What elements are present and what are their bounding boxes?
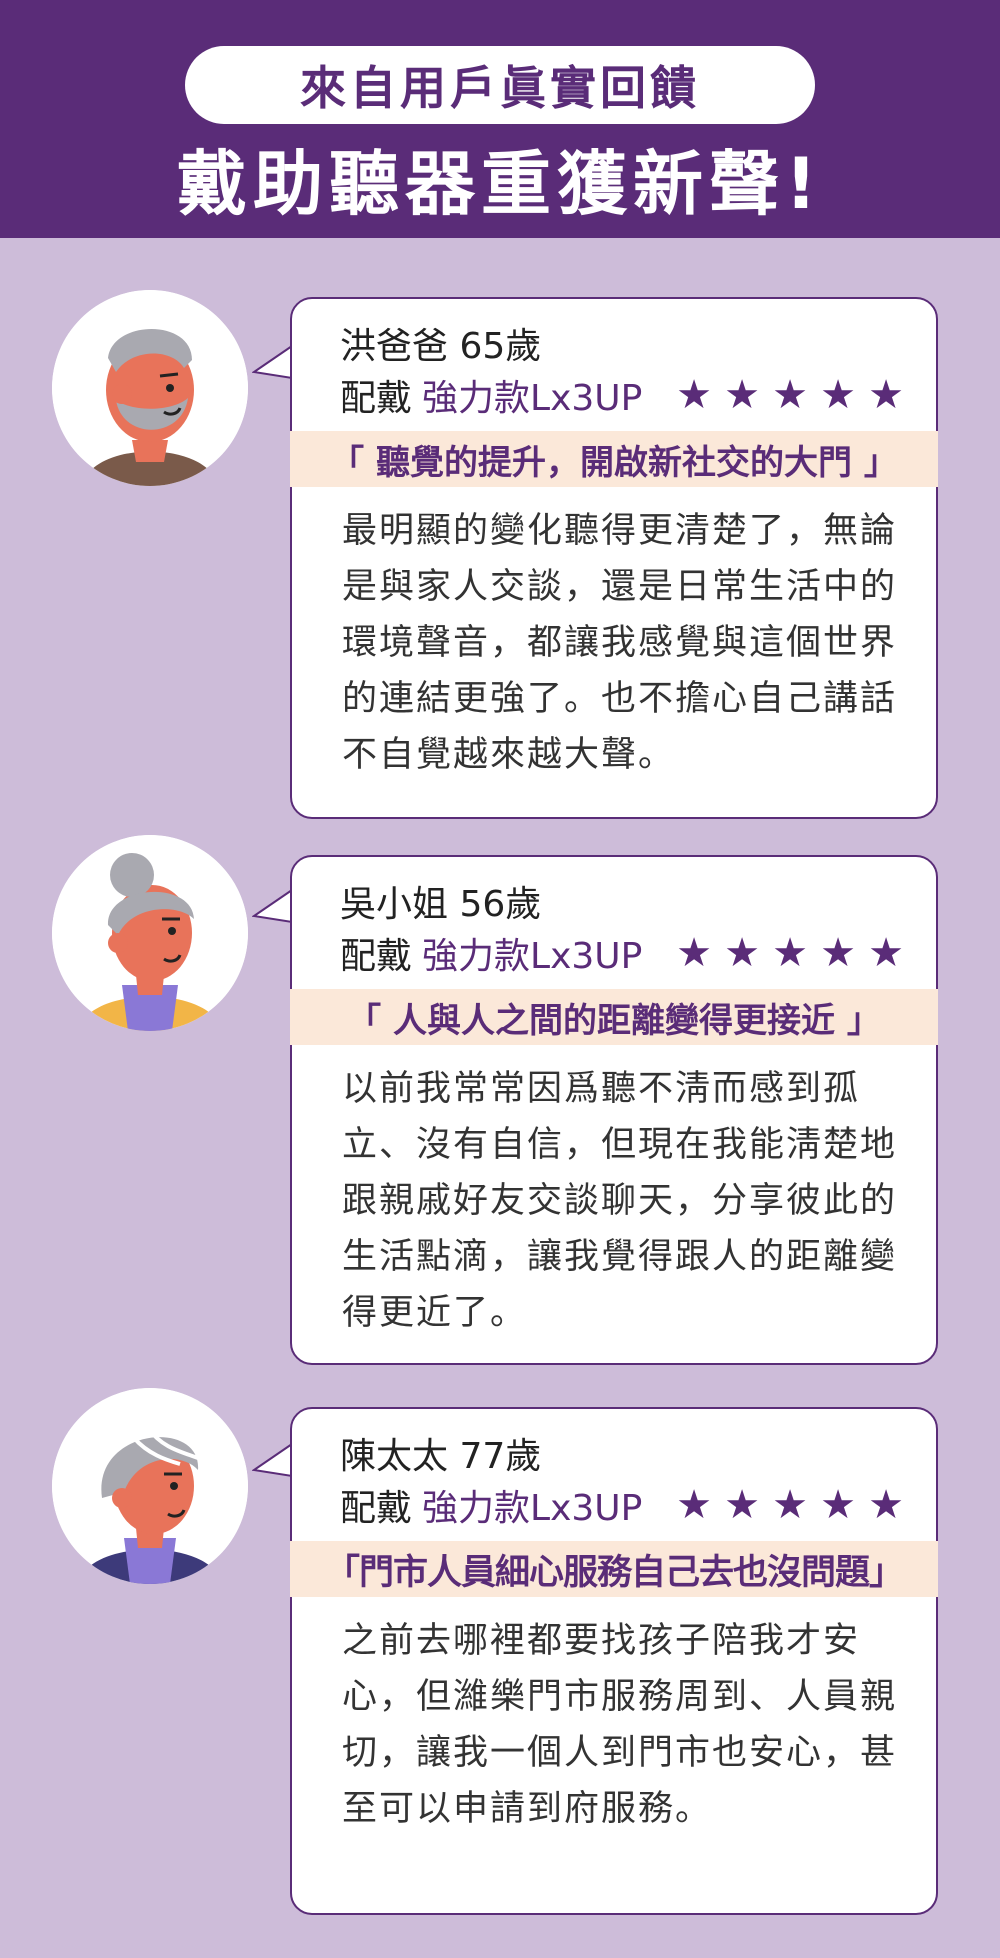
star-icon: ★ (772, 1482, 808, 1528)
product-name: 強力款Lx3UP (422, 936, 643, 977)
testimonial-quote: 「 聽覺的提升，開啟新社交的大門 」 (290, 431, 938, 487)
header-subtitle-pill: 來自用戶眞實回饋 (185, 46, 815, 124)
wear-label: 配戴 (340, 1488, 413, 1529)
woman-avatar-icon (52, 835, 248, 1031)
testimonial-body: 以前我常常因爲聽不淸而感到孤立、沒有自信，但現在我能淸楚地跟親戚好友交談聊天，分… (342, 1069, 898, 1333)
testimonial-card-1: 洪爸爸 65歲 配戴 強力款Lx3UP ★ ★ ★ ★ ★ 「 聽覺的提升，開啟… (290, 297, 938, 819)
star-icon: ★ (772, 930, 808, 976)
reviewer-name: 洪爸爸 65歲 (340, 326, 542, 367)
star-icon: ★ (724, 372, 760, 418)
header-banner: 來自用戶眞實回饋 戴助聽器重獲新聲! (0, 0, 1000, 238)
star-icon: ★ (724, 1482, 760, 1528)
star-icon: ★ (868, 372, 904, 418)
star-icon: ★ (820, 930, 856, 976)
testimonial-body: 最明顯的變化聽得更清楚了，無論是與家人交談，還是日常生活中的環境聲音，都讓我感覺… (342, 511, 898, 775)
star-rating: ★ ★ ★ ★ ★ (670, 372, 910, 418)
product-name: 強力款Lx3UP (422, 378, 643, 419)
star-icon: ★ (868, 930, 904, 976)
product-row: 配戴 強力款Lx3UP ★ ★ ★ ★ ★ (340, 929, 910, 977)
star-rating: ★ ★ ★ ★ ★ (670, 930, 910, 976)
product-row: 配戴 強力款Lx3UP ★ ★ ★ ★ ★ (340, 371, 910, 419)
header-title: 戴助聽器重獲新聲! (177, 142, 823, 225)
wear-label: 配戴 (340, 936, 413, 977)
star-icon: ★ (676, 1482, 712, 1528)
star-icon: ★ (724, 930, 760, 976)
grandma-avatar-icon (52, 1388, 248, 1584)
testimonial-body: 之前去哪裡都要找孩子陪我才安心，但濰樂門市服務周到、人員親切，讓我一個人到門市也… (342, 1621, 898, 1829)
star-icon: ★ (772, 372, 808, 418)
star-rating: ★ ★ ★ ★ ★ (670, 1482, 910, 1528)
product-name: 強力款Lx3UP (422, 1488, 643, 1529)
testimonial-quote: 「門市人員細心服務自己去也沒問題」 (290, 1541, 938, 1597)
testimonial-card-2: 吳小姐 56歲 配戴 強力款Lx3UP ★ ★ ★ ★ ★ 「 人與人之間的距離… (290, 855, 938, 1365)
product-row: 配戴 強力款Lx3UP ★ ★ ★ ★ ★ (340, 1481, 910, 1529)
star-icon: ★ (676, 930, 712, 976)
wear-label: 配戴 (340, 378, 413, 419)
star-icon: ★ (820, 372, 856, 418)
grandpa-avatar-icon (52, 290, 248, 486)
testimonial-quote: 「 人與人之間的距離變得更接近 」 (290, 989, 938, 1045)
testimonial-card-3: 陳太太 77歲 配戴 強力款Lx3UP ★ ★ ★ ★ ★ 「門市人員細心服務自… (290, 1407, 938, 1915)
reviewer-name: 吳小姐 56歲 (340, 884, 542, 925)
star-icon: ★ (868, 1482, 904, 1528)
star-icon: ★ (820, 1482, 856, 1528)
reviewer-name: 陳太太 77歲 (340, 1436, 542, 1477)
star-icon: ★ (676, 372, 712, 418)
